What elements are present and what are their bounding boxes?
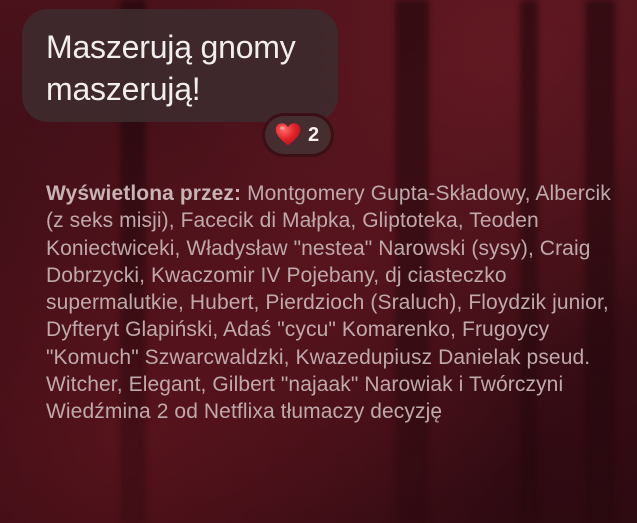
reaction-count: 2 xyxy=(308,123,320,146)
reaction-badge[interactable]: 2 xyxy=(262,113,334,157)
message-bubble[interactable]: Maszerują gnomy maszerują! xyxy=(22,9,338,122)
message-text: Maszerują gnomy maszerują! xyxy=(46,29,296,107)
seen-by-label: Wyświetlona przez: xyxy=(46,182,248,205)
heart-icon xyxy=(275,123,301,146)
seen-by-list: Wyświetlona przez: Montgomery Gupta-Skła… xyxy=(46,180,621,426)
seen-by-names: Montgomery Gupta-Składowy, Albercik (z s… xyxy=(46,182,611,424)
